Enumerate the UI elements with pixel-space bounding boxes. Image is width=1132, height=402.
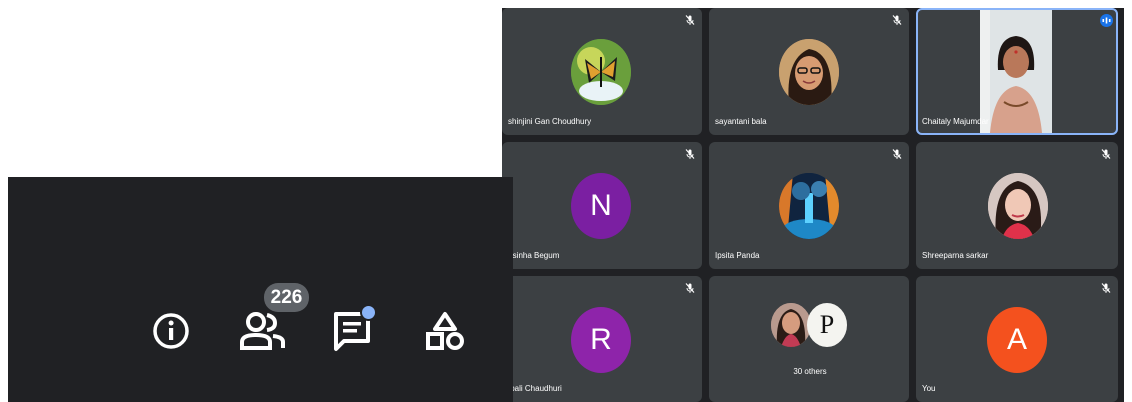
butterfly-photo-icon (571, 39, 631, 105)
participant-tile[interactable]: sayantani bala (709, 8, 909, 135)
profile-photo-icon (988, 173, 1048, 239)
participant-name: shinjini Gan Choudhury (508, 117, 592, 126)
participant-tile[interactable]: N Nousinha Begum (502, 142, 702, 269)
mic-off-icon (685, 149, 695, 159)
participant-tile-self[interactable]: A You (916, 276, 1118, 402)
video-feed-icon (980, 10, 1052, 133)
avatar-letter: A (987, 307, 1047, 373)
participant-name: Ipsita Panda (715, 251, 760, 260)
avatar-letter: P (807, 303, 847, 347)
mic-off-icon (892, 149, 902, 159)
participant-count-badge: 226 (264, 283, 309, 312)
speaking-indicator-icon (1100, 14, 1113, 27)
participant-tile-speaking[interactable]: Chaitaly Majumdar (916, 8, 1118, 135)
participant-name: You (922, 384, 936, 393)
participant-tile[interactable]: shinjini Gan Choudhury (502, 8, 702, 135)
participant-name: Chaitaly Majumdar (922, 117, 989, 126)
participant-tile-group[interactable]: P 30 others (709, 276, 909, 402)
forest-photo-icon (779, 173, 839, 239)
others-count-label: 30 others (793, 367, 827, 376)
profile-photo-icon (771, 303, 811, 347)
participant-tile[interactable]: Ipsita Panda (709, 142, 909, 269)
people-icon[interactable] (239, 311, 287, 351)
profile-photo-icon (779, 39, 839, 105)
participant-tile[interactable]: Shreeparna sarkar (916, 142, 1118, 269)
meeting-controls-panel (8, 177, 513, 402)
mic-off-icon (1101, 149, 1111, 159)
mic-off-icon (892, 15, 902, 25)
participant-name: Shreeparna sarkar (922, 251, 989, 260)
participant-name: sayantani bala (715, 117, 767, 126)
avatar-letter: R (571, 307, 631, 373)
mic-off-icon (1101, 283, 1111, 293)
activities-icon[interactable] (424, 311, 466, 351)
new-message-dot (360, 304, 377, 321)
participant-tile[interactable]: R Rupali Chaudhuri (502, 276, 702, 402)
avatar-letter: N (571, 173, 631, 239)
mic-off-icon (685, 15, 695, 25)
mic-off-icon (685, 283, 695, 293)
info-icon[interactable] (152, 312, 190, 350)
